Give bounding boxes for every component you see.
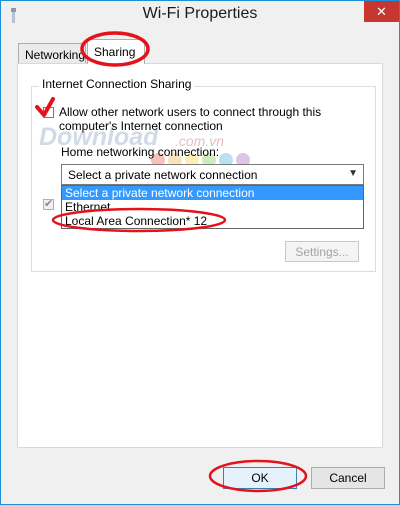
allow-sharing-label-line2: computer's Internet connection: [59, 119, 223, 133]
home-networking-label: Home networking connection:: [61, 145, 220, 159]
wifi-properties-window: Wi-Fi Properties ✕ Networking Sharing In…: [0, 0, 400, 505]
connection-dropdown-list: Select a private network connection Ethe…: [61, 185, 364, 229]
ok-button[interactable]: OK: [223, 467, 297, 489]
close-icon: ✕: [376, 3, 387, 19]
tab-sharing[interactable]: Sharing: [87, 39, 145, 64]
close-button[interactable]: ✕: [364, 1, 399, 22]
allow-sharing-label-line1: Allow other network users to connect thr…: [59, 105, 322, 119]
allow-control-checkbox[interactable]: ✔: [43, 199, 54, 210]
dropdown-option-ethernet[interactable]: Ethernet: [62, 200, 363, 214]
select-value: Select a private network connection: [68, 168, 258, 182]
allow-sharing-checkbox[interactable]: [43, 107, 54, 118]
home-networking-select[interactable]: Select a private network connection ▼: [61, 164, 364, 185]
dropdown-option-select-private[interactable]: Select a private network connection: [62, 186, 363, 200]
title-bar[interactable]: Wi-Fi Properties ✕: [1, 1, 399, 31]
window-title: Wi-Fi Properties: [142, 5, 258, 22]
cancel-button[interactable]: Cancel: [311, 467, 385, 489]
checkmark-icon: ✔: [44, 198, 54, 210]
tab-networking[interactable]: Networking: [18, 43, 86, 63]
chevron-down-icon[interactable]: ▼: [348, 168, 358, 179]
settings-button[interactable]: Settings...: [285, 241, 359, 262]
ics-group-label: Internet Connection Sharing: [39, 77, 195, 91]
dropdown-option-local-area-connection[interactable]: Local Area Connection* 12: [62, 214, 363, 228]
